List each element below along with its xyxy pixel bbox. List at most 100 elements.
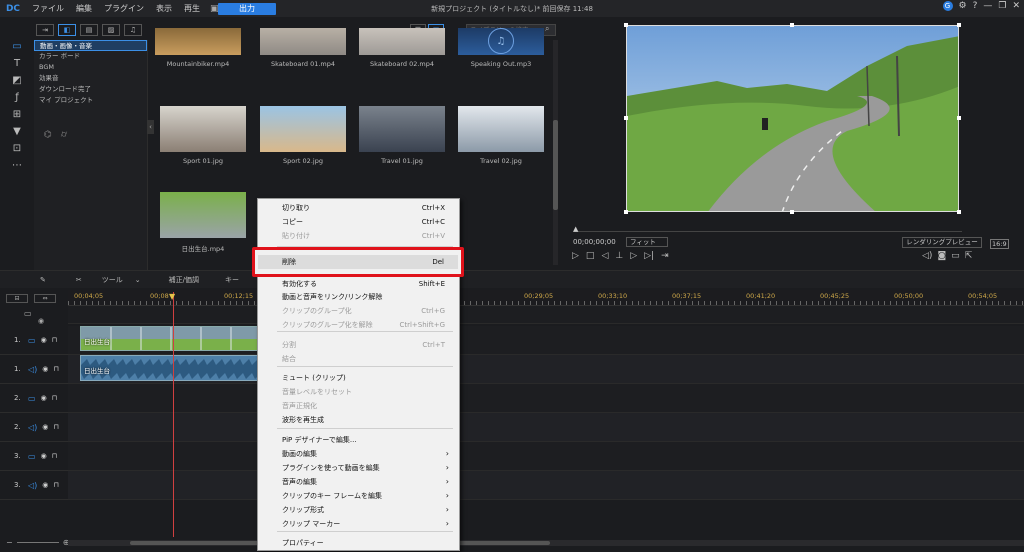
next-frame-icon[interactable]: ▷ xyxy=(630,251,637,261)
snapshot-marker-icon[interactable]: ⊥ xyxy=(615,251,623,261)
import-icon[interactable]: ⊡ xyxy=(0,140,34,157)
playhead-icon[interactable]: ▼ xyxy=(169,292,175,301)
context-menu-item[interactable]: 動画と音声をリンク/リンク解除 xyxy=(258,290,459,304)
context-menu-item[interactable]: プロパティー xyxy=(258,536,459,550)
media-item-skateboard-02[interactable]: Skateboard 02.mp4 xyxy=(359,28,445,68)
category-my-projects[interactable]: マイ プロジェクト xyxy=(34,95,147,106)
fix-enhance-button[interactable]: 補正/価調 xyxy=(163,275,205,285)
media-item-travel-01[interactable]: Travel 01.jpg xyxy=(359,106,445,165)
eye-icon[interactable]: ◉ xyxy=(42,423,48,431)
lock-icon[interactable]: ⊓ xyxy=(52,336,57,344)
more-icon[interactable]: ⋯ xyxy=(0,157,34,174)
help-icon[interactable]: ? xyxy=(973,1,978,11)
context-menu-item[interactable]: クリップのキー フレームを編集 › xyxy=(258,489,459,503)
context-menu-item[interactable]: 削除 Del xyxy=(258,255,458,269)
preview-scrubber-icon[interactable]: ▲ xyxy=(573,225,578,233)
render-preview-button[interactable]: レンダリングプレビュー xyxy=(902,237,982,248)
timeline-ruler[interactable]: 00;04;05 00;08 00;12;15 00;29;05 00;33;10 00;… xyxy=(68,290,1024,306)
aspect-ratio-select[interactable]: 16:9 xyxy=(990,239,1009,249)
context-menu-item[interactable]: ミュート (クリップ) xyxy=(258,371,459,385)
resize-handle[interactable] xyxy=(790,210,794,214)
camera-icon[interactable]: ◙ xyxy=(937,251,946,261)
fast-forward-icon[interactable]: ▷| xyxy=(644,251,654,261)
context-menu-item[interactable]: プラグインを使って動画を編集 › xyxy=(258,461,459,475)
eye-icon[interactable]: ◉ xyxy=(41,452,47,460)
context-menu-item[interactable]: クリップ形式 › xyxy=(258,503,459,517)
effect-room-icon[interactable]: ƒ xyxy=(0,89,34,106)
media-item-speaking-out[interactable]: ♫ Speaking Out.mp3 xyxy=(458,28,544,68)
media-item-hijudai[interactable]: 日出生台.mp4 xyxy=(160,192,246,253)
stop-icon[interactable]: □ xyxy=(586,251,595,261)
menu-view[interactable]: 表示 xyxy=(150,3,178,14)
fit-select[interactable]: フィット xyxy=(626,237,668,247)
zoom-out-icon[interactable]: − xyxy=(6,538,13,547)
user-avatar[interactable]: G xyxy=(942,1,953,11)
filter-all-icon[interactable]: ◧ xyxy=(58,24,76,36)
track-lane[interactable] xyxy=(68,384,1024,413)
video-clip[interactable]: 日出生台 xyxy=(80,326,260,351)
undock-icon[interactable]: ⇱ xyxy=(965,251,973,261)
export-button[interactable]: 出力 xyxy=(218,3,276,15)
resize-handle[interactable] xyxy=(624,23,628,27)
pip-room-icon[interactable]: ⊞ xyxy=(0,106,34,123)
search-icon[interactable]: ⌕ xyxy=(545,24,549,34)
eye-icon[interactable]: ◉ xyxy=(42,481,48,489)
close-icon[interactable]: ✕ xyxy=(1012,1,1020,11)
chevron-down-icon[interactable]: ⌄ xyxy=(129,276,147,284)
category-bgm[interactable]: BGM xyxy=(34,62,147,73)
media-room-icon[interactable]: ▭ xyxy=(0,38,34,55)
tag-add-icon[interactable]: ⌬ xyxy=(44,130,52,140)
import-media-icon[interactable]: ⇥ xyxy=(36,24,54,36)
lock-icon[interactable]: ⊓ xyxy=(52,452,57,460)
track-lane[interactable] xyxy=(68,413,1024,442)
media-item-skateboard-01[interactable]: Skateboard 01.mp4 xyxy=(260,28,346,68)
context-menu-item[interactable]: 音声の編集 › xyxy=(258,475,459,489)
prev-frame-icon[interactable]: ◁ xyxy=(601,251,608,261)
media-item-sport-02[interactable]: Sport 02.jpg xyxy=(260,106,346,165)
menu-plugins[interactable]: プラグイン xyxy=(98,3,150,14)
menu-playback[interactable]: 再生 xyxy=(178,3,206,14)
context-menu-item[interactable]: 切り取り Ctrl+X xyxy=(258,201,459,215)
volume-icon[interactable]: ◁) xyxy=(922,251,932,261)
menu-file[interactable]: ファイル xyxy=(26,3,70,14)
particle-room-icon[interactable]: ▼ xyxy=(0,123,34,140)
tag-remove-icon[interactable]: ⌭ xyxy=(61,130,67,140)
track-manager-icon[interactable]: ⊟ xyxy=(6,293,28,303)
lock-icon[interactable]: ⊓ xyxy=(53,481,58,489)
tools-menu[interactable]: ツール xyxy=(96,275,129,285)
audio-clip[interactable]: 日出生台 xyxy=(80,355,260,381)
eye-icon[interactable]: ◉ xyxy=(41,336,47,344)
collapse-categories-icon[interactable]: ‹ xyxy=(147,120,154,134)
resize-handle[interactable] xyxy=(624,116,628,120)
category-media[interactable]: 動画・画像・音楽 xyxy=(34,40,147,51)
eye-icon[interactable]: ◉ xyxy=(41,394,47,402)
menu-edit[interactable]: 編集 xyxy=(70,3,98,14)
track-lane[interactable] xyxy=(68,442,1024,471)
filter-image-icon[interactable]: ▨ xyxy=(102,24,120,36)
resize-handle[interactable] xyxy=(957,23,961,27)
context-menu-item[interactable]: PiP デザイナーで編集... xyxy=(258,433,459,447)
lock-icon[interactable]: ⊓ xyxy=(53,423,58,431)
play-icon[interactable]: ▷ xyxy=(572,251,579,261)
track-lock-all-icon[interactable]: ▭ xyxy=(24,309,32,318)
category-sound-effects[interactable]: 効果音 xyxy=(34,73,147,84)
media-item-travel-02[interactable]: Travel 02.jpg xyxy=(458,106,544,165)
zoom-slider[interactable] xyxy=(16,542,59,543)
title-room-icon[interactable]: T xyxy=(0,55,34,72)
eye-icon[interactable]: ◉ xyxy=(42,365,48,373)
category-color-board[interactable]: カラー ボード xyxy=(34,51,147,62)
resize-handle[interactable] xyxy=(957,210,961,214)
track-view-all-icon[interactable]: ◉ xyxy=(38,317,44,325)
pen-icon[interactable]: ✎ xyxy=(34,276,52,284)
resize-handle[interactable] xyxy=(624,210,628,214)
filter-audio-icon[interactable]: ♫ xyxy=(124,24,142,36)
settings-icon[interactable]: ⚙ xyxy=(959,1,967,11)
resize-handle[interactable] xyxy=(790,23,794,27)
context-menu-item[interactable]: 動画の編集 › xyxy=(258,447,459,461)
scissors-icon[interactable]: ✂ xyxy=(70,276,88,284)
context-menu-item[interactable]: クリップ マーカー › xyxy=(258,517,459,531)
loop-icon[interactable]: ⇥ xyxy=(661,251,669,261)
transition-room-icon[interactable]: ◩ xyxy=(0,72,34,89)
fit-timeline-icon[interactable]: ⇔ xyxy=(34,293,56,303)
lock-icon[interactable]: ⊓ xyxy=(53,365,58,373)
